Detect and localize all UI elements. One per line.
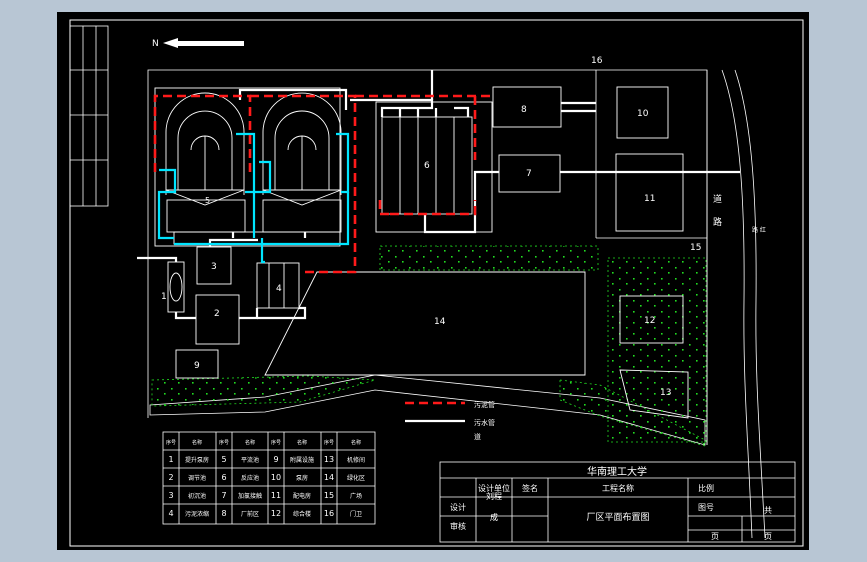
schedule-name-cell: 广场 [350,492,362,500]
schedule-number-cell: 12 [271,509,281,518]
building-label-2: 2 [214,309,220,319]
building-label-6: 6 [424,161,430,171]
schedule-name-cell: 调节池 [188,474,206,482]
building-label-4: 4 [276,284,282,294]
schedule-name-cell: 加氯接触 [238,492,262,500]
building-label-1: 1 [161,292,167,302]
title-total: 共 [764,506,772,515]
title-scale-header: 比例 [698,483,714,493]
schedule-number-cell: 7 [221,491,226,500]
schedule-name-cell: 厂前区 [241,510,259,518]
legend-water-label-2: 道 [474,432,481,441]
schedule-number-cell: 14 [324,473,334,482]
schedule-number-cell: 9 [273,455,278,464]
title-design-row: 设计 [450,502,466,512]
drawing-sheet: N 道 路 路 红 5 1 2 3 4 6 7 8 9 10 11 12 13 … [57,12,809,550]
schedule-number-cell: 3 [168,491,173,500]
schedule-name-cell: 初沉池 [188,492,206,500]
schedule-name-cell: 附属设施 [290,456,314,464]
schedule-name-cell: 反应池 [241,474,259,482]
schedule-name-cell: 提升泵房 [185,456,209,464]
building-label-5: 5 [205,196,210,205]
schedule-header-cell: 名称 [351,439,361,446]
building-label-14: 14 [434,317,446,327]
title-drawing-title: 厂区平面布置图 [586,511,649,523]
title-page-b: 页 [764,532,772,541]
title-sign-header: 签名 [522,483,538,493]
title-page-a: 页 [711,532,719,541]
schedule-number-cell: 6 [221,473,226,482]
schedule-number-cell: 4 [168,509,173,518]
road-label-c: 路 红 [752,226,766,234]
schedule-number-cell: 10 [271,473,281,482]
schedule-name-cell: 机修间 [347,456,365,464]
schedule-number-cell: 5 [221,455,226,464]
building-label-8: 8 [521,105,527,115]
schedule-header-cell: 序号 [166,439,176,446]
title-university: 华南理工大学 [587,465,647,478]
schedule-header-cell: 序号 [219,439,229,446]
schedule-number-cell: 8 [221,509,226,518]
schedule-number-cell: 2 [168,473,173,482]
schedule-header-cell: 名称 [192,439,202,446]
schedule-number-cell: 1 [168,455,173,464]
title-project-header: 工程名称 [602,483,634,493]
building-label-10: 10 [637,109,649,119]
schedule-name-cell: 泵房 [296,474,308,482]
building-label-12: 12 [644,316,655,326]
road-label-a: 道 [713,193,722,205]
title-check-row: 审核 [450,521,466,531]
building-label-7: 7 [526,169,532,179]
building-label-9: 9 [194,361,200,371]
road-label-b: 路 [713,216,722,228]
schedule-header-cell: 序号 [324,439,334,446]
schedule-number-cell: 11 [271,491,281,500]
schedule-name-cell: 污泥浓缩 [185,510,209,518]
title-name-a: 刘程 [486,491,502,501]
schedule-number-cell: 16 [324,509,334,518]
building-label-16: 16 [591,56,603,66]
schedule-name-cell: 平流池 [241,456,259,464]
north-label: N [152,39,159,49]
schedule-header-cell: 名称 [297,439,307,446]
schedule-name-cell: 绿化区 [347,474,365,482]
schedule-number-cell: 13 [324,455,334,464]
building-label-13: 13 [660,388,671,398]
schedule-number-cell: 15 [324,491,334,500]
schedule-header-cell: 名称 [245,439,255,446]
building-label-15: 15 [690,243,701,253]
building-label-3: 3 [211,262,217,272]
legend-sludge-label: 污泥管 [474,400,495,409]
building-label-11: 11 [644,194,655,204]
title-drawing-no: 图号 [698,503,714,512]
schedule-name-cell: 配电房 [293,492,311,500]
schedule-name-cell: 综合楼 [293,510,311,518]
legend-water-label: 污水管 [474,418,495,427]
schedule-name-cell: 门卫 [350,510,362,518]
schedule-header-cell: 序号 [271,439,281,446]
title-name-b: 成 [490,512,498,522]
